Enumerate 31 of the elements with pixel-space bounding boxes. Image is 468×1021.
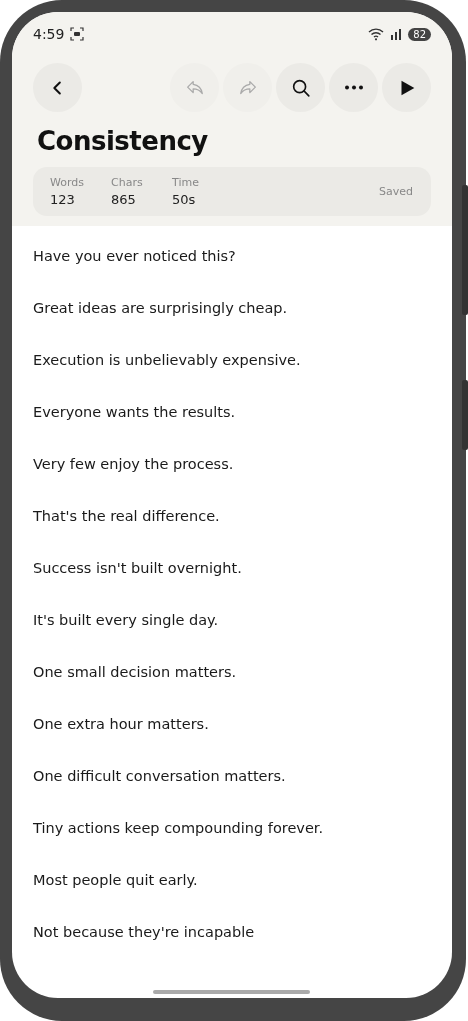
wifi-icon: [368, 27, 385, 41]
more-icon: [344, 85, 363, 90]
text-line: Not because they're incapable: [33, 924, 255, 940]
status-time: 4:59: [33, 26, 65, 42]
text-line: Great ideas are surprisingly cheap.: [33, 300, 288, 316]
stat-value: 865: [111, 192, 137, 207]
stat-value: 123: [50, 192, 76, 207]
text-line: One difficult conversation matters.: [33, 768, 286, 784]
text-line: Very few enjoy the process.: [33, 456, 234, 472]
screenshot-icon: [70, 27, 85, 41]
text-line: Success isn't built overnight.: [33, 560, 242, 576]
text-line: Most people quit early.: [33, 872, 198, 888]
text-line: That's the real difference.: [33, 508, 220, 524]
play-button[interactable]: [382, 63, 431, 112]
signal-icon: [390, 28, 403, 40]
text-line: One small decision matters.: [33, 664, 237, 680]
note-title: Consistency: [37, 126, 209, 156]
back-button[interactable]: [33, 63, 82, 112]
stat-value: 50s: [172, 192, 197, 207]
text-line: Execution is unbelievably expensive.: [33, 352, 301, 368]
stat-label: Chars: [111, 176, 144, 189]
text-line: Have you ever noticed this?: [33, 248, 236, 264]
text-line: One extra hour matters.: [33, 716, 209, 732]
text-line: Everyone wants the results.: [33, 404, 236, 420]
search-button[interactable]: [276, 63, 325, 112]
text-line: Tiny actions keep compounding forever.: [33, 820, 324, 836]
save-status: Saved: [379, 185, 413, 198]
text-line: It's built every single day.: [33, 612, 219, 628]
battery-level: 82: [408, 27, 431, 41]
stat-label: Time: [172, 176, 200, 189]
stat-label: Words: [50, 176, 85, 189]
